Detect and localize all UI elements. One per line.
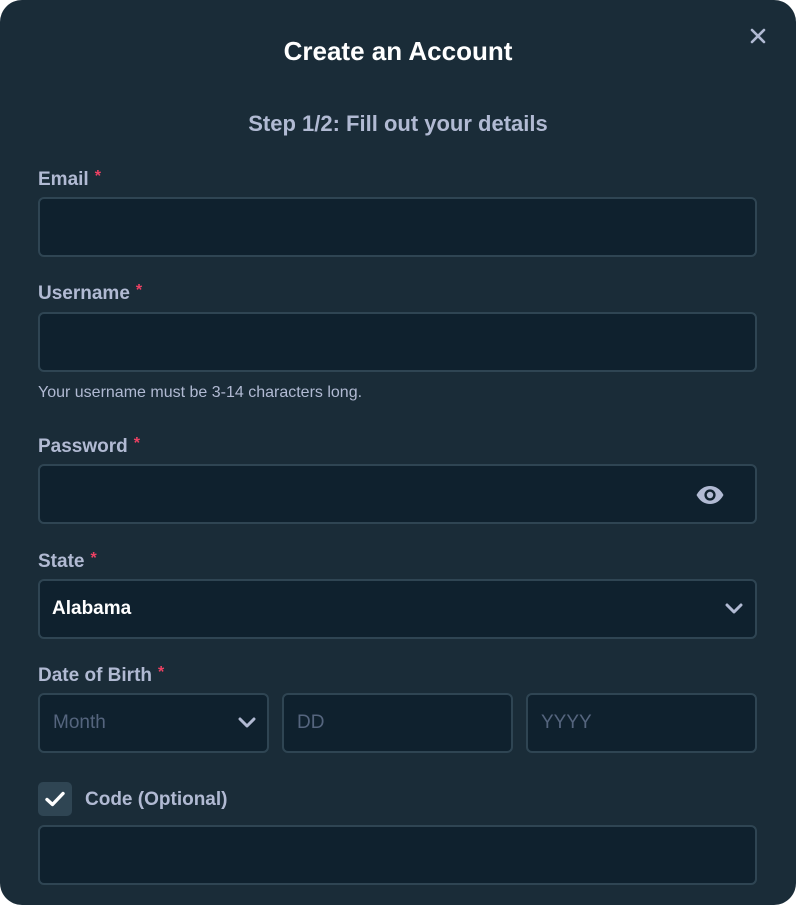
step-subtitle: Step 1/2: Fill out your details <box>248 111 548 136</box>
checkmark-icon <box>45 791 65 807</box>
username-label: Username * <box>38 282 143 305</box>
dob-day-field[interactable]: DD <box>282 693 513 753</box>
password-field-wrapper <box>38 464 757 524</box>
password-label: Password * <box>38 435 140 458</box>
eye-icon <box>696 486 724 504</box>
create-account-modal: Create an Account Step 1/2: Fill out you… <box>0 0 796 905</box>
dob-month-chevron <box>238 695 256 751</box>
email-field-wrapper <box>38 197 757 257</box>
dob-label: Date of Birth * <box>38 664 165 687</box>
password-label-text: Password <box>38 436 128 457</box>
code-checkbox[interactable] <box>38 782 72 816</box>
dob-year-field[interactable]: YYYY <box>526 693 757 753</box>
required-marker: * <box>90 550 97 567</box>
email-label: Email * <box>38 168 101 191</box>
chevron-down-icon <box>238 717 256 728</box>
required-marker: * <box>94 168 101 185</box>
username-label-text: Username <box>38 283 130 304</box>
dob-year-placeholder: YYYY <box>541 712 592 733</box>
state-selected-value: Alabama <box>52 598 132 619</box>
required-marker: * <box>133 435 140 452</box>
show-password-button[interactable] <box>695 483 725 507</box>
state-label-text: State <box>38 551 85 572</box>
dob-month-placeholder: Month <box>53 712 106 733</box>
code-field-wrapper <box>38 825 757 885</box>
code-field[interactable] <box>40 827 755 883</box>
username-hint: Your username must be 3-14 characters lo… <box>38 384 363 401</box>
state-chevron <box>725 581 743 637</box>
dob-day-placeholder: DD <box>297 712 325 733</box>
dob-month-select[interactable]: Month <box>38 693 269 753</box>
state-label: State * <box>38 550 97 573</box>
required-marker: * <box>158 664 165 681</box>
username-field-wrapper <box>38 312 757 372</box>
email-field[interactable] <box>40 199 755 255</box>
username-field[interactable] <box>40 314 755 370</box>
password-field[interactable] <box>40 466 755 522</box>
email-label-text: Email <box>38 169 89 190</box>
modal-title: Create an Account <box>283 36 513 66</box>
chevron-down-icon <box>725 603 743 614</box>
dob-label-text: Date of Birth <box>38 665 152 686</box>
state-select[interactable]: Alabama <box>38 579 757 639</box>
required-marker: * <box>135 282 143 299</box>
code-label: Code (Optional) <box>85 789 228 810</box>
